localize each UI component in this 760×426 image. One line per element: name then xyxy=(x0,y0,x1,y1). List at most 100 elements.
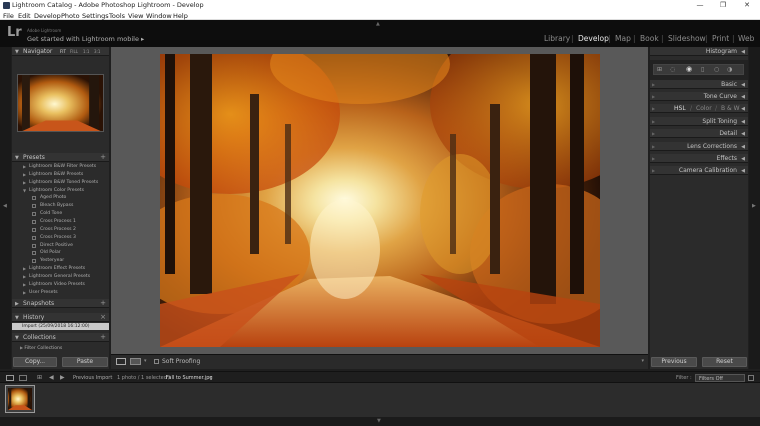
clear-history-icon[interactable]: × xyxy=(100,313,106,321)
filmstrip-source[interactable]: Previous Import xyxy=(73,375,112,381)
module-print[interactable]: Print xyxy=(712,34,729,43)
panel-split-toning[interactable]: ▶ Split Toning ◀ xyxy=(650,117,748,126)
main-window-icon[interactable] xyxy=(6,375,14,381)
preset-item[interactable]: Old Polar xyxy=(32,250,61,256)
panel-toggle-icon[interactable]: ▶ xyxy=(652,156,655,161)
menu-photo[interactable]: Photo xyxy=(61,12,80,20)
soft-proofing-checkbox[interactable] xyxy=(154,359,159,364)
red-eye-icon[interactable]: ▯ xyxy=(701,66,704,73)
dropdown-icon[interactable]: ▾ xyxy=(144,358,147,364)
preset-folder[interactable]: ▶ Lightroom B&W Toned Presets xyxy=(23,180,98,185)
module-web[interactable]: Web xyxy=(738,34,754,43)
module-library[interactable]: Library xyxy=(544,34,570,43)
preset-item[interactable]: Cold Tone xyxy=(32,211,62,217)
menu-file[interactable]: File xyxy=(3,12,14,20)
navigator-header[interactable]: ▼ Navigator FIT FILL 1:1 3:1 xyxy=(12,47,109,56)
preset-folder[interactable]: ▶ Lightroom Effect Presets xyxy=(23,266,85,271)
preset-item[interactable]: Cross Process 1 xyxy=(32,219,76,224)
forward-arrow-icon[interactable]: ▶ xyxy=(60,374,65,381)
paste-button[interactable]: Paste xyxy=(62,357,108,367)
menu-window[interactable]: Window xyxy=(146,12,172,20)
bw-tab[interactable]: B & W xyxy=(721,105,740,112)
left-panel-collapse-strip[interactable]: ◀ xyxy=(0,47,11,369)
grid-icon[interactable]: ⊞ xyxy=(657,66,662,73)
panel-lens-corrections[interactable]: ▶ Lens Corrections ◀ xyxy=(650,142,748,151)
preset-item[interactable]: Bleach Bypass xyxy=(32,203,73,209)
collapse-left-icon[interactable]: ◀ xyxy=(3,203,7,209)
collections-header[interactable]: ▼ Collections + xyxy=(12,333,109,342)
preset-item[interactable]: Direct Positive xyxy=(32,243,73,248)
filmstrip-filename[interactable]: Fall to Summer.jpg xyxy=(166,375,213,381)
panel-camera-calibration[interactable]: ▶ Camera Calibration ◀ xyxy=(650,166,748,175)
menu-view[interactable]: View xyxy=(128,12,143,20)
panel-toggle-icon[interactable]: ▶ xyxy=(652,119,655,124)
preset-item[interactable]: Aged Photo xyxy=(32,195,66,201)
preset-folder[interactable]: ▶ Lightroom B&W Presets xyxy=(23,172,83,177)
menu-help[interactable]: Help xyxy=(173,12,188,20)
panel-effects[interactable]: ▶ Effects ◀ xyxy=(650,154,748,163)
menu-edit[interactable]: Edit xyxy=(18,12,31,20)
main-photo[interactable] xyxy=(160,54,600,347)
before-after-icon[interactable] xyxy=(130,358,141,365)
filter-lock-icon[interactable] xyxy=(748,375,754,381)
right-panel-collapse-strip[interactable]: ▶ xyxy=(749,47,760,369)
back-arrow-icon[interactable]: ◀ xyxy=(49,374,54,381)
menu-develop[interactable]: Develop xyxy=(34,12,61,20)
filmstrip-thumbnail[interactable] xyxy=(5,385,35,413)
menu-tools[interactable]: Tools xyxy=(109,12,125,20)
close-button[interactable]: ✕ xyxy=(737,0,757,10)
history-header[interactable]: ▼ History × xyxy=(12,313,109,322)
brush-icon[interactable]: ◑ xyxy=(727,66,732,73)
panel-toggle-icon[interactable]: ▶ xyxy=(652,106,655,111)
navigator-preview[interactable] xyxy=(17,74,104,132)
graduated-filter-icon[interactable]: ○ xyxy=(714,66,719,73)
reset-button[interactable]: Reset xyxy=(702,357,747,367)
filter-select[interactable]: Filters Off xyxy=(695,374,745,382)
maximize-button[interactable]: ❐ xyxy=(713,0,733,10)
menu-settings[interactable]: Settings xyxy=(82,12,109,20)
preset-folder[interactable]: ▼ Lightroom Color Presets xyxy=(23,188,84,193)
module-slideshow[interactable]: Slideshow xyxy=(668,34,706,43)
collapse-bottom-icon[interactable]: ▼ xyxy=(377,418,381,424)
loupe-view-icon[interactable] xyxy=(116,358,126,365)
zoom-3-1[interactable]: 3:1 xyxy=(94,49,100,54)
history-item[interactable]: Import (25/09/2018 16:12:00) xyxy=(12,323,109,330)
preset-folder[interactable]: ▶ Lightroom General Presets xyxy=(23,274,90,279)
preset-item[interactable]: Yesteryear xyxy=(32,258,64,264)
filename-dropdown-icon[interactable]: ▾ xyxy=(209,375,212,381)
panel-toggle-icon[interactable]: ▶ xyxy=(652,82,655,87)
bottom-collapse-strip[interactable]: ▼ xyxy=(0,417,760,426)
filter-collections-item[interactable]: ▶ Filter Collections xyxy=(20,345,62,351)
add-snapshot-icon[interactable]: + xyxy=(100,299,106,307)
toolbar-menu-icon[interactable]: ▾ xyxy=(641,358,644,364)
preset-folder[interactable]: ▶ Lightroom Video Presets xyxy=(23,282,85,287)
add-preset-icon[interactable]: + xyxy=(100,153,106,161)
add-collection-icon[interactable]: + xyxy=(100,333,106,341)
copy-button[interactable]: Copy... xyxy=(13,357,57,367)
presets-header[interactable]: ▼ Presets + xyxy=(12,153,109,162)
panel-tone-curve[interactable]: ▶ Tone Curve ◀ xyxy=(650,92,748,101)
preset-item[interactable]: Cross Process 3 xyxy=(32,235,76,240)
preset-folder[interactable]: ▶ Lightroom B&W Filter Presets xyxy=(23,164,96,169)
collapse-right-icon[interactable]: ▶ xyxy=(752,203,756,209)
preset-folder[interactable]: ▶ User Presets xyxy=(23,290,58,295)
module-book[interactable]: Book xyxy=(640,34,659,43)
collapse-top-icon[interactable]: ▲ xyxy=(376,21,380,27)
hsl-tab[interactable]: HSL xyxy=(674,105,686,112)
panel-toggle-icon[interactable]: ▶ xyxy=(652,131,655,136)
spot-removal-icon[interactable]: ◉ xyxy=(686,65,692,73)
crop-icon[interactable]: ◌ xyxy=(670,66,675,73)
mobile-promo-link[interactable]: Get started with Lightroom mobile ▸ xyxy=(27,35,144,43)
panel-toggle-icon[interactable]: ▶ xyxy=(652,94,655,99)
module-develop[interactable]: Develop xyxy=(578,34,609,43)
panel-hsl-color-bw[interactable]: ▶ HSL / Color / B & W ◀ xyxy=(650,104,748,113)
color-tab[interactable]: Color xyxy=(696,105,712,112)
panel-detail[interactable]: ▶ Detail ◀ xyxy=(650,129,748,138)
previous-button[interactable]: Previous xyxy=(651,357,697,367)
minimize-button[interactable]: — xyxy=(690,0,710,10)
panel-toggle-icon[interactable]: ▶ xyxy=(652,144,655,149)
zoom-fill[interactable]: FILL xyxy=(70,49,78,54)
zoom-fit[interactable]: FIT xyxy=(60,49,66,54)
second-window-icon[interactable] xyxy=(19,375,27,381)
module-map[interactable]: Map xyxy=(615,34,631,43)
